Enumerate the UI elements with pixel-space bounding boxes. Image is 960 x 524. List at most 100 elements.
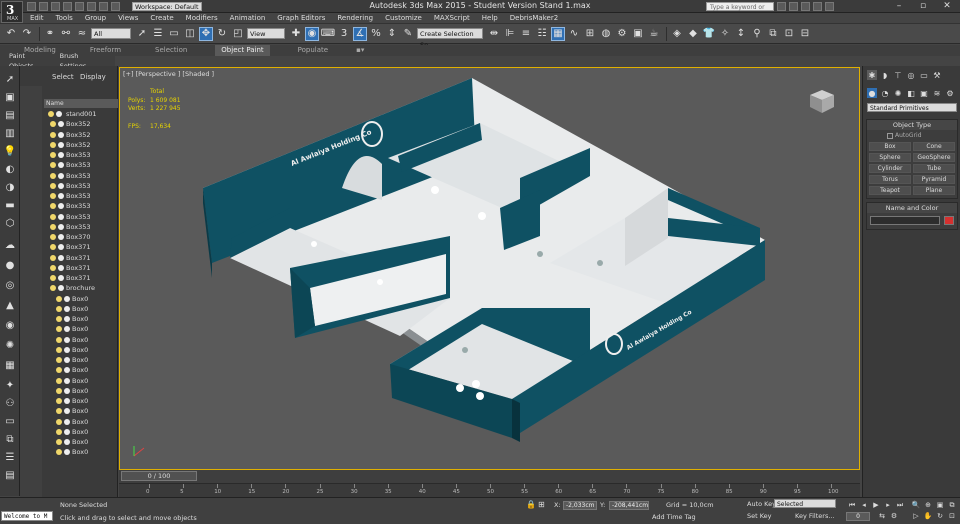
light-toggle-icon[interactable] bbox=[56, 377, 62, 384]
torus-icon[interactable]: ◎ bbox=[3, 278, 17, 292]
light-toggle-icon[interactable] bbox=[56, 439, 62, 445]
set-key-button[interactable]: Set Key bbox=[747, 512, 772, 520]
tree-row[interactable]: Box0 bbox=[44, 294, 118, 304]
light-toggle-icon[interactable] bbox=[50, 254, 56, 261]
teapot-button[interactable]: Teapot bbox=[869, 186, 911, 195]
helper-icon[interactable]: ◑ bbox=[3, 180, 17, 194]
tree-row[interactable]: Box0 bbox=[44, 324, 118, 334]
grid-icon[interactable]: ▦ bbox=[3, 358, 17, 372]
light-toggle-icon[interactable] bbox=[56, 449, 62, 456]
tab-selection[interactable]: Selection bbox=[149, 45, 193, 56]
particles-icon[interactable]: ✦ bbox=[3, 378, 17, 392]
perspective-viewport[interactable]: Al Awlaiya Holding Co Al Awlaiya Holding… bbox=[119, 67, 860, 470]
tube-button[interactable]: Tube bbox=[913, 164, 955, 173]
bind-space-warp-icon[interactable]: ≈ bbox=[75, 27, 89, 41]
light-toggle-icon[interactable] bbox=[56, 408, 62, 415]
tree-row[interactable]: Box371 bbox=[44, 242, 118, 252]
percent-snap-icon[interactable]: % bbox=[369, 27, 383, 41]
menu-help[interactable]: Help bbox=[482, 13, 498, 24]
new-file-icon[interactable] bbox=[27, 2, 36, 11]
tree-row[interactable]: Box0 bbox=[44, 355, 118, 365]
light-toggle-icon[interactable] bbox=[50, 264, 56, 271]
tree-row[interactable]: Box371 bbox=[44, 263, 118, 273]
light-toggle-icon[interactable] bbox=[56, 326, 62, 333]
light-toggle-icon[interactable] bbox=[50, 234, 56, 240]
redo-icon[interactable] bbox=[75, 2, 84, 11]
tree-row[interactable]: Box0 bbox=[44, 386, 118, 396]
light-toggle-icon[interactable] bbox=[50, 275, 56, 281]
play-icon[interactable]: ▶ bbox=[870, 501, 882, 510]
light-toggle-icon[interactable] bbox=[50, 213, 56, 220]
material-editor-icon[interactable]: ◍ bbox=[599, 27, 613, 41]
layer-manager-icon[interactable]: ≡ bbox=[519, 27, 533, 41]
tree-row[interactable]: Box0 bbox=[44, 417, 118, 427]
visibility-toggle-icon[interactable] bbox=[58, 182, 64, 189]
name-column-header[interactable]: Name bbox=[44, 99, 118, 108]
visibility-toggle-icon[interactable] bbox=[64, 449, 70, 456]
mirror-icon[interactable]: ⇹ bbox=[487, 27, 501, 41]
torus-button[interactable]: Torus bbox=[869, 175, 911, 184]
tree-row[interactable]: Box353 bbox=[44, 212, 118, 222]
help-icon[interactable] bbox=[825, 2, 834, 11]
light-toggle-icon[interactable] bbox=[50, 244, 56, 251]
hierarchy-icon[interactable]: ▥ bbox=[3, 126, 17, 140]
object-name-input[interactable] bbox=[870, 216, 940, 225]
select-and-move-icon[interactable]: ✥ bbox=[199, 26, 213, 41]
maximize-viewport-icon[interactable]: ⊡ bbox=[946, 512, 958, 521]
edit-named-selection-icon[interactable]: ✎ bbox=[401, 27, 415, 41]
light-toggle-icon[interactable] bbox=[56, 357, 62, 363]
bones-icon[interactable]: ⚇ bbox=[3, 396, 17, 410]
select-by-name-icon[interactable]: ☰ bbox=[151, 27, 165, 41]
visibility-toggle-icon[interactable] bbox=[64, 408, 70, 415]
menu-tools[interactable]: Tools bbox=[56, 13, 73, 24]
tshirt-icon[interactable]: 👕 bbox=[702, 27, 716, 41]
save-file-icon[interactable] bbox=[51, 2, 60, 11]
fetch-icon[interactable] bbox=[99, 2, 108, 11]
shape-icon[interactable]: ▬ bbox=[3, 198, 17, 212]
maxscript-listener[interactable]: Welcome to M bbox=[1, 511, 53, 521]
key-filters-button[interactable]: Key Filters... bbox=[795, 512, 835, 520]
tree-row[interactable]: Box0 bbox=[44, 437, 118, 447]
light-toggle-icon[interactable] bbox=[50, 162, 56, 169]
current-frame-field[interactable]: 0 bbox=[846, 512, 870, 521]
angle-snap-icon[interactable]: ∡ bbox=[353, 26, 367, 41]
light-toggle-icon[interactable] bbox=[50, 141, 56, 148]
geosphere-button[interactable]: GeoSphere bbox=[913, 153, 955, 162]
redo-icon[interactable]: ↷ bbox=[20, 27, 34, 41]
pyramid-button[interactable]: Pyramid bbox=[913, 175, 955, 184]
tree-row[interactable]: Box0 bbox=[44, 447, 118, 457]
tree-row[interactable]: brochure bbox=[44, 283, 118, 293]
absolute-mode-icon[interactable]: ⊞ bbox=[538, 500, 545, 509]
ribbon-options-icon[interactable]: ▪▾ bbox=[356, 45, 364, 56]
time-config-icon[interactable]: ⚙ bbox=[888, 512, 900, 521]
shapes-category-icon[interactable]: ◔ bbox=[880, 88, 890, 98]
y-coordinate-field[interactable]: -208,441cm bbox=[609, 501, 649, 510]
light-toggle-icon[interactable] bbox=[48, 111, 54, 117]
explorer-tab-select[interactable]: Select bbox=[52, 73, 74, 81]
orbit-icon[interactable]: ↻ bbox=[934, 512, 946, 521]
track-bar[interactable]: 0 5 10 15 20 25 30 35 40 45 50 55 60 65 70 75 80 85 90 95 10… bbox=[119, 483, 860, 497]
lights-category-icon[interactable]: ✺ bbox=[893, 88, 903, 98]
selection-filter-dropdown[interactable]: All bbox=[91, 28, 131, 39]
motion-tab-icon[interactable]: ◎ bbox=[906, 70, 916, 80]
visibility-toggle-icon[interactable] bbox=[58, 141, 64, 148]
modify-tab-icon[interactable]: ◗ bbox=[880, 70, 890, 80]
menu-views[interactable]: Views bbox=[118, 13, 138, 24]
visibility-toggle-icon[interactable] bbox=[58, 172, 64, 179]
auto-key-button[interactable]: Auto Key bbox=[747, 500, 776, 508]
tree-row[interactable]: Box353 bbox=[44, 181, 118, 191]
visibility-toggle-icon[interactable] bbox=[58, 121, 64, 128]
extra-tool-8-icon[interactable]: ⊟ bbox=[798, 27, 812, 41]
teapot-icon[interactable]: ☁ bbox=[3, 238, 17, 252]
select-and-rotate-icon[interactable]: ↻ bbox=[215, 27, 229, 41]
autogrid-checkbox[interactable]: AutoGrid bbox=[887, 132, 922, 139]
visibility-toggle-icon[interactable] bbox=[64, 295, 70, 302]
gear-icon[interactable]: ✺ bbox=[3, 338, 17, 352]
tree-row[interactable]: Box0 bbox=[44, 335, 118, 345]
visibility-toggle-icon[interactable] bbox=[64, 346, 70, 353]
menu-group[interactable]: Group bbox=[85, 13, 106, 24]
app-menu-button[interactable]: 3 MAX bbox=[1, 1, 23, 23]
previous-frame-icon[interactable]: ◂ bbox=[858, 501, 870, 510]
light-toggle-icon[interactable] bbox=[50, 193, 56, 199]
visibility-toggle-icon[interactable] bbox=[58, 275, 64, 281]
